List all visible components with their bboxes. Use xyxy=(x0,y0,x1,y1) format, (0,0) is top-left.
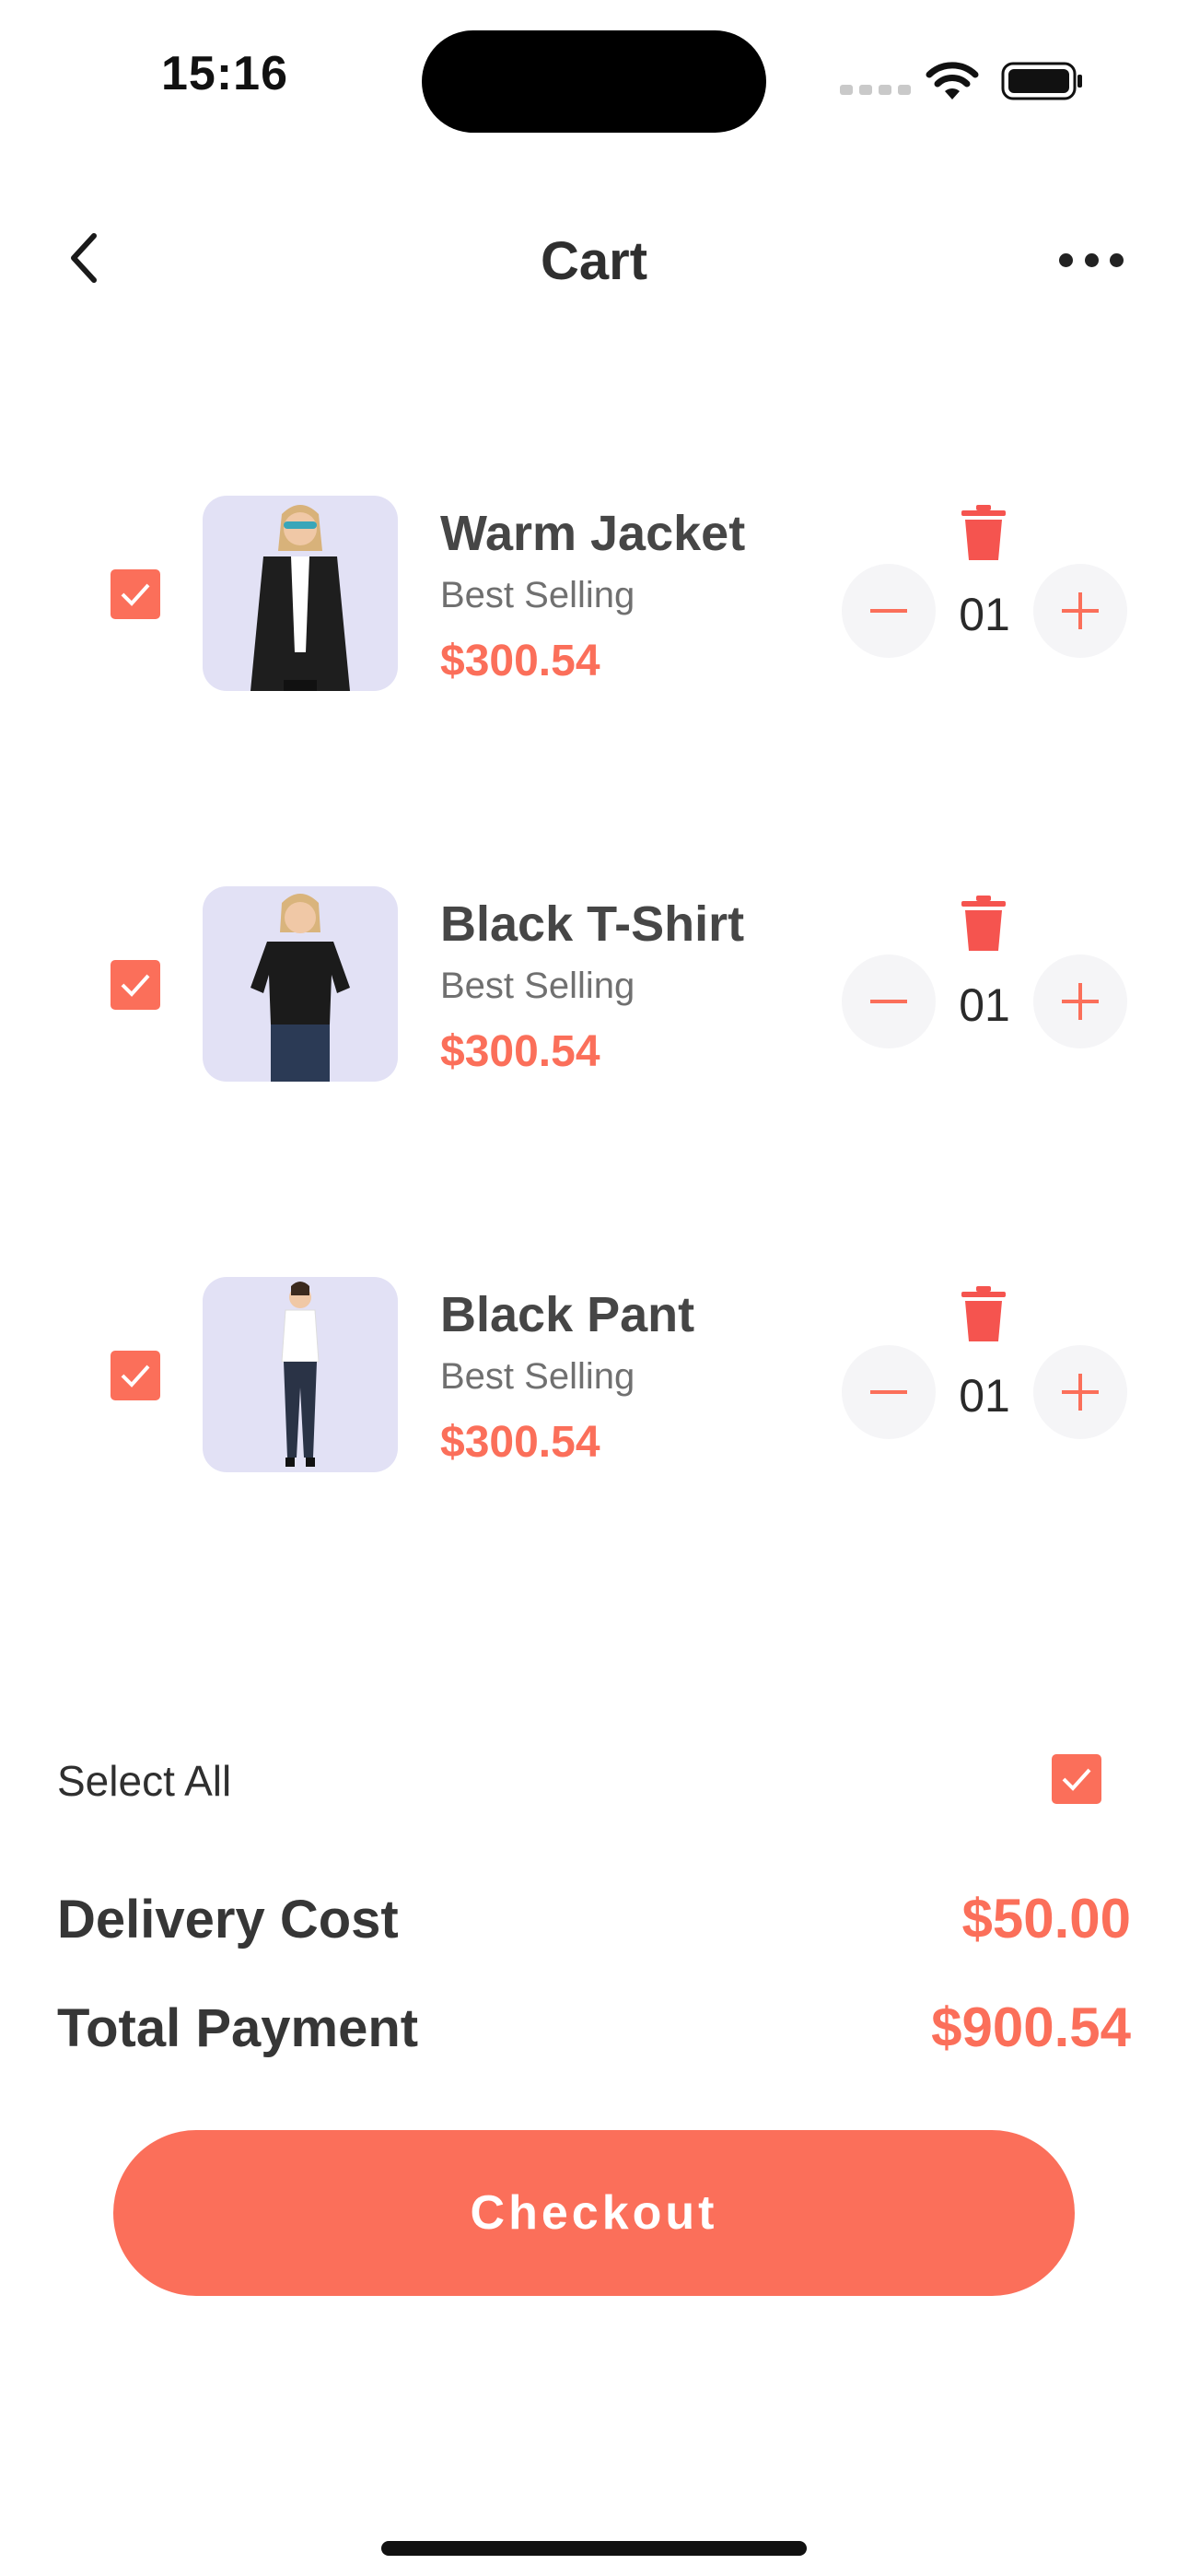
delivery-cost-label: Delivery Cost xyxy=(57,1890,399,1950)
trash-icon[interactable] xyxy=(958,503,1009,562)
select-all-label: Select All xyxy=(57,1757,232,1805)
minus-icon xyxy=(870,609,907,613)
wifi-icon xyxy=(926,62,979,100)
checkmark-icon xyxy=(121,1364,150,1388)
item-price: $300.54 xyxy=(440,1418,600,1467)
select-all-checkbox[interactable] xyxy=(1052,1754,1101,1804)
checkmark-icon xyxy=(121,583,150,606)
more-horizontal-icon xyxy=(1059,252,1073,267)
item-checkbox[interactable] xyxy=(111,960,160,1010)
dynamic-island xyxy=(422,30,766,133)
quantity-value: 01 xyxy=(959,979,1010,1031)
home-indicator xyxy=(381,2541,807,2556)
item-subtitle: Best Selling xyxy=(440,1356,635,1397)
product-image-warm-jacket[interactable] xyxy=(203,496,398,691)
cart-item-warm-jacket: Warm Jacket Best Selling $300.54 01 xyxy=(0,496,1188,691)
t-shirt-photo xyxy=(250,894,350,1082)
page-title: Cart xyxy=(540,231,648,291)
plus-icon xyxy=(1062,592,1099,629)
product-image-black-pant[interactable] xyxy=(203,1277,398,1472)
increase-quantity-button[interactable] xyxy=(1033,1345,1127,1439)
item-checkbox[interactable] xyxy=(111,569,160,619)
item-name: Black T-Shirt xyxy=(440,896,745,952)
plus-icon xyxy=(1062,983,1099,1020)
minus-icon xyxy=(870,1390,907,1394)
plus-icon xyxy=(1062,1374,1099,1411)
delivery-cost-value: $50.00 xyxy=(961,1888,1131,1950)
pant-photo xyxy=(281,1282,320,1467)
trash-icon[interactable] xyxy=(958,1284,1009,1343)
quantity-value: 01 xyxy=(959,589,1010,640)
item-subtitle: Best Selling xyxy=(440,966,635,1006)
increase-quantity-button[interactable] xyxy=(1033,954,1127,1048)
increase-quantity-button[interactable] xyxy=(1033,564,1127,658)
cart-item-black-pant: Black Pant Best Selling $300.54 01 xyxy=(0,1277,1188,1472)
cellular-signal-icon xyxy=(840,85,911,95)
item-price: $300.54 xyxy=(440,1027,600,1076)
decrease-quantity-button[interactable] xyxy=(842,1345,936,1439)
cart-item-black-t-shirt: Black T-Shirt Best Selling $300.54 01 xyxy=(0,886,1188,1082)
checkmark-icon xyxy=(1062,1768,1091,1791)
more-button[interactable] xyxy=(1059,241,1124,278)
checkout-button[interactable]: Checkout xyxy=(113,2130,1075,2296)
decrease-quantity-button[interactable] xyxy=(842,954,936,1048)
checkmark-icon xyxy=(121,974,150,997)
minus-icon xyxy=(870,1000,907,1003)
item-price: $300.54 xyxy=(440,637,600,685)
item-name: Warm Jacket xyxy=(440,506,746,561)
item-checkbox[interactable] xyxy=(111,1351,160,1400)
decrease-quantity-button[interactable] xyxy=(842,564,936,658)
product-image-black-t-shirt[interactable] xyxy=(203,886,398,1082)
trash-icon[interactable] xyxy=(958,894,1009,953)
status-time: 15:16 xyxy=(161,47,288,100)
total-payment-value: $900.54 xyxy=(931,1996,1131,2058)
item-name: Black Pant xyxy=(440,1287,695,1342)
jacket-photo xyxy=(250,505,350,691)
item-subtitle: Best Selling xyxy=(440,575,635,615)
status-bar: 15:16 xyxy=(0,0,1188,157)
total-payment-label: Total Payment xyxy=(57,1998,419,2058)
quantity-value: 01 xyxy=(959,1370,1010,1422)
battery-icon xyxy=(1001,62,1082,100)
